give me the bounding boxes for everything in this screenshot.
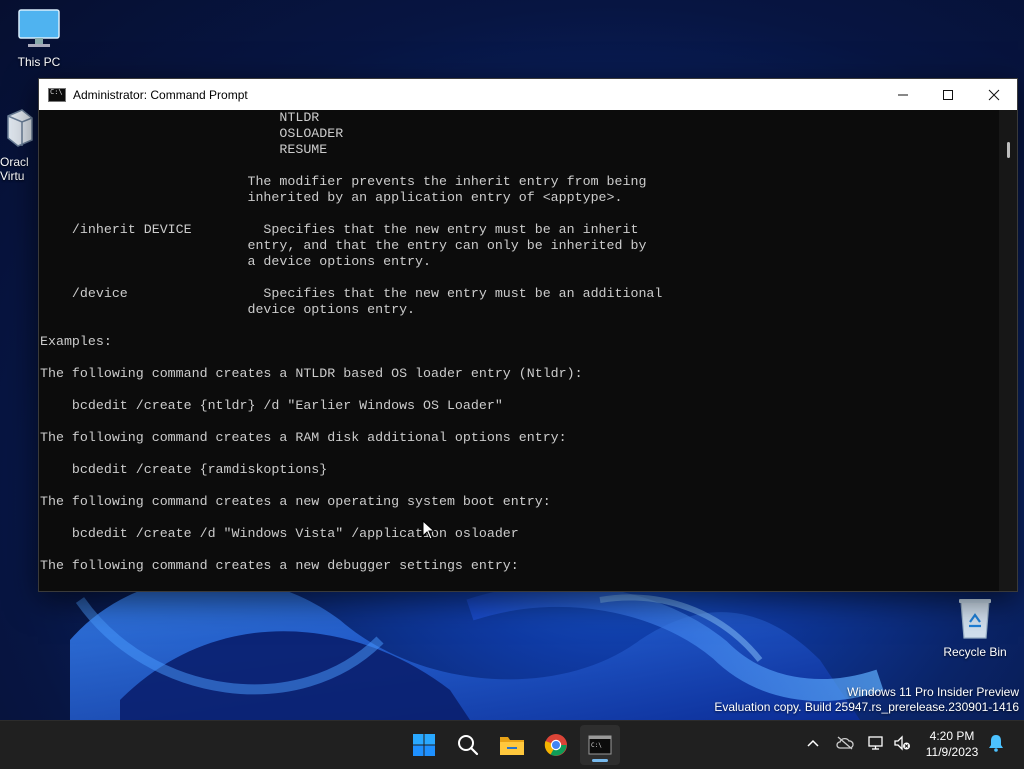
console-line: /inherit DEVICE Specifies that the new e… <box>40 222 639 237</box>
maximize-icon <box>943 89 953 100</box>
recycle-bin-icon <box>959 599 991 639</box>
console-line: bcdedit /create /d "Windows Vista" /appl… <box>40 526 519 541</box>
vertical-scrollbar[interactable] <box>999 110 1017 591</box>
console-output[interactable]: NTLDR OSLOADER RESUME The modifier preve… <box>39 110 997 591</box>
close-icon <box>988 89 1000 100</box>
evaluation-watermark: Windows 11 Pro Insider Preview Evaluatio… <box>714 685 1019 715</box>
console-line: /device Specifies that the new entry mus… <box>40 286 663 301</box>
volume-muted-icon <box>894 735 910 751</box>
mouse-cursor-icon <box>422 520 436 540</box>
virtualbox-icon <box>7 109 33 147</box>
command-prompt-window[interactable]: Administrator: Command Prompt NTLDR OSLO… <box>38 78 1018 592</box>
taskbar-file-explorer-button[interactable] <box>492 725 532 765</box>
network-tray-button[interactable] <box>867 734 885 752</box>
clock-time: 4:20 PM <box>929 729 975 743</box>
console-line: a device options entry. <box>40 254 431 269</box>
console-line: OSLOADER <box>40 126 344 141</box>
desktop-icon-label: This PC <box>17 55 61 69</box>
desktop-icon-label: Recycle Bin <box>943 645 1007 659</box>
close-button[interactable] <box>971 79 1017 110</box>
maximize-button[interactable] <box>925 79 971 110</box>
scrollbar-thumb[interactable] <box>1007 142 1010 158</box>
minimize-icon <box>898 94 908 95</box>
chrome-icon <box>544 734 567 756</box>
terminal-icon: C:\ <box>588 735 612 755</box>
minimize-button[interactable] <box>880 79 926 110</box>
window-titlebar[interactable]: Administrator: Command Prompt <box>39 79 1017 110</box>
volume-tray-button[interactable] <box>893 734 911 752</box>
watermark-line-2: Evaluation copy. Build 25947.rs_prerelea… <box>714 700 1019 714</box>
window-title: Administrator: Command Prompt <box>73 87 248 102</box>
console-line: The following command creates a new debu… <box>40 558 519 573</box>
clock-date: 11/9/2023 <box>925 745 979 759</box>
monitor-icon <box>18 9 60 47</box>
console-line: Examples: <box>40 334 112 349</box>
chevron-up-icon <box>807 739 819 747</box>
console-line: bcdedit /create {ntldr} /d "Earlier Wind… <box>40 398 503 413</box>
console-line: bcdedit /create {ramdiskoptions} <box>40 462 328 477</box>
onedrive-tray-button[interactable] <box>836 734 854 752</box>
console-line: device options entry. <box>40 302 416 317</box>
console-text: NTLDR OSLOADER RESUME The modifier preve… <box>39 110 997 574</box>
active-app-indicator <box>592 759 608 762</box>
taskbar-search-button[interactable] <box>448 725 488 765</box>
cloud-offline-icon <box>836 736 854 750</box>
windows-logo-icon <box>413 734 435 756</box>
taskbar-chrome-button[interactable] <box>536 725 576 765</box>
bell-icon <box>989 735 1003 752</box>
console-line: The modifier prevents the inherit entry … <box>40 174 647 189</box>
network-icon <box>868 736 883 750</box>
desktop-icon-this-pc[interactable]: This PC <box>1 8 77 69</box>
watermark-line-1: Windows 11 Pro Insider Preview <box>847 685 1019 699</box>
console-line: The following command creates a new oper… <box>40 494 551 509</box>
console-line: RESUME <box>40 142 328 157</box>
command-prompt-icon <box>48 87 66 102</box>
search-icon <box>458 735 479 756</box>
console-line: The following command creates a NTLDR ba… <box>40 366 583 381</box>
console-line: inherited by an application entry of <ap… <box>40 190 623 205</box>
desktop-icon-recycle-bin[interactable]: Recycle Bin <box>936 596 1014 659</box>
taskbar-start-button[interactable] <box>404 725 444 765</box>
folder-icon <box>500 737 524 755</box>
console-line: NTLDR <box>40 110 320 125</box>
taskbar-clock[interactable]: 4:20 PM 11/9/2023 <box>918 728 986 760</box>
notifications-button[interactable] <box>987 734 1005 752</box>
console-line: The following command creates a RAM disk… <box>40 430 567 445</box>
svg-text:C:\: C:\ <box>591 742 602 749</box>
console-line: entry, and that the entry can only be in… <box>40 238 647 253</box>
show-hidden-icons-button[interactable] <box>804 734 822 752</box>
